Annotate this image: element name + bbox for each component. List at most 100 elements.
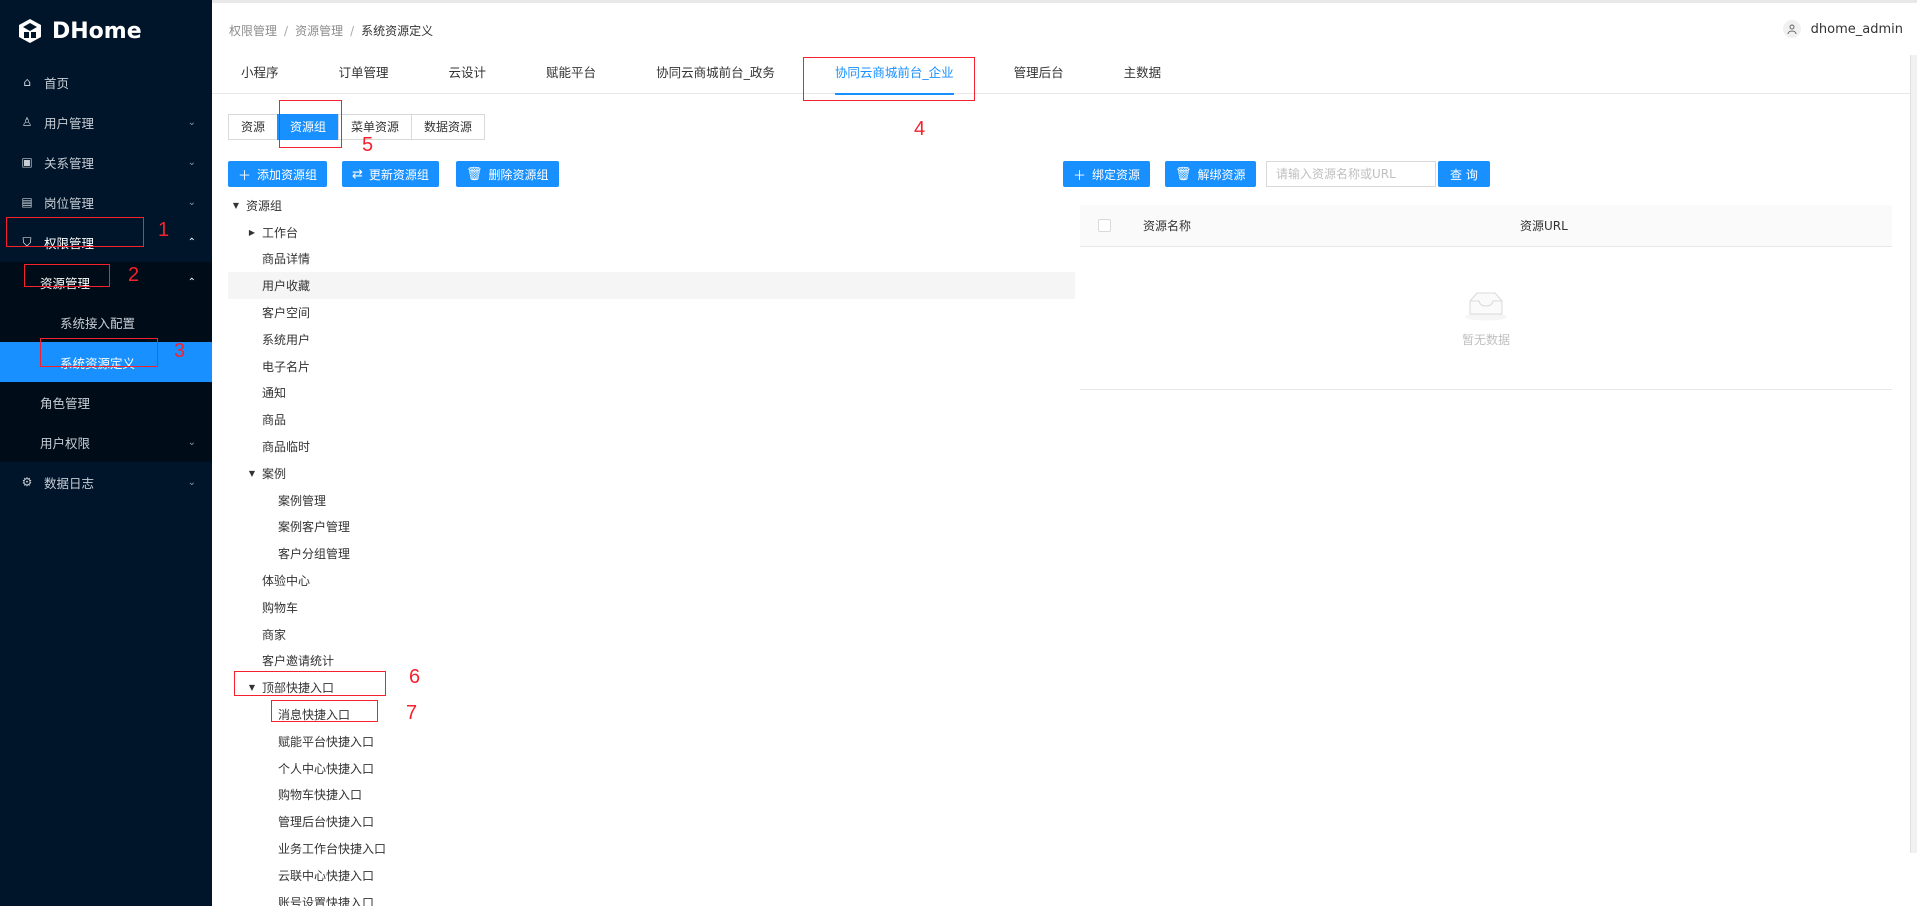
tree-node[interactable]: 客户空间 [228, 299, 1075, 326]
sidebar-item-resource-management[interactable]: 资源管理 ⌃ [0, 262, 212, 302]
tree-node[interactable]: 商家 [228, 621, 1075, 648]
main-content: 权限管理 / 资源管理 / 系统资源定义 dhome_admin 小程序 订单管理 云设… [212, 0, 1917, 906]
chevron-down-icon: ⌄ [187, 436, 196, 448]
sidebar-item-label: 角色管理 [40, 395, 91, 411]
chevron-up-icon: ⌃ [187, 236, 196, 248]
avatar-icon [1782, 20, 1801, 38]
refresh-icon: ⇄ [352, 166, 363, 182]
tab-order-management[interactable]: 订单管理 [339, 58, 389, 94]
tree-node[interactable]: 商品临时 [228, 433, 1075, 460]
sidebar-item-user-permissions[interactable]: 用户权限 ⌄ [0, 422, 212, 462]
sidebar-item-data-log[interactable]: ⚙ 数据日志 ⌄ [0, 462, 212, 502]
logo[interactable]: DHome [0, 0, 212, 62]
caret-down-icon[interactable]: ▼ [246, 683, 258, 692]
sidebar-item-label: 系统资源定义 [60, 355, 136, 371]
tree-node[interactable]: 业务工作台快捷入口 [228, 835, 1075, 862]
tree-node-root[interactable]: ▼ 资源组 [228, 192, 1075, 219]
segment-menu-resource[interactable]: 菜单资源 [338, 114, 413, 140]
sidebar-item-label: 首页 [44, 75, 70, 91]
breadcrumb-item[interactable]: 资源管理 [295, 24, 343, 38]
sidebar-item-positions[interactable]: ▤ 岗位管理 ⌄ [0, 182, 212, 222]
tab-mini-program[interactable]: 小程序 [241, 58, 279, 94]
tree-node[interactable]: 赋能平台快捷入口 [228, 728, 1075, 755]
segment-data-resource[interactable]: 数据资源 [411, 114, 486, 140]
tree-node[interactable]: ▼ 案例 [228, 460, 1075, 487]
username: dhome_admin [1810, 21, 1903, 37]
tree-node[interactable]: 用户收藏 [228, 272, 1075, 300]
tree-node[interactable]: 系统用户 [228, 326, 1075, 353]
tab-cloud-design[interactable]: 云设计 [449, 58, 487, 94]
tree-node[interactable]: 云联中心快捷入口 [228, 862, 1075, 889]
log-icon: ⚙ [21, 475, 33, 489]
search-input[interactable] [1266, 161, 1436, 187]
breadcrumb-item[interactable]: 权限管理 [229, 24, 277, 38]
column-header-url: 资源URL [1520, 219, 1568, 233]
tab-empowerment-platform[interactable]: 赋能平台 [546, 58, 596, 94]
tree-node[interactable]: ▼ 顶部快捷入口 [228, 674, 1075, 701]
update-resource-group-button[interactable]: ⇄ 更新资源组 [342, 161, 439, 187]
sidebar-item-label: 权限管理 [44, 235, 95, 251]
tree-node[interactable]: 案例管理 [228, 487, 1075, 514]
tree-node[interactable]: 案例客户管理 [228, 514, 1075, 541]
tree-node[interactable]: 账号设置快捷入口 [228, 889, 1075, 906]
search-button[interactable]: 查 询 [1438, 161, 1490, 187]
unbind-resource-button[interactable]: 🗑 解绑资源 [1165, 161, 1256, 187]
tree-node[interactable]: 消息快捷入口 [228, 701, 1075, 728]
sidebar-item-label: 系统接入配置 [60, 315, 136, 331]
tree-node[interactable]: 购物车 [228, 594, 1075, 621]
tree-node[interactable]: 客户分组管理 [228, 540, 1075, 567]
sidebar-item-users[interactable]: ♙ 用户管理 ⌄ [0, 102, 212, 142]
user-icon: ♙ [21, 115, 33, 129]
trash-icon: 🗑 [1175, 166, 1192, 182]
segment-resource-group[interactable]: 资源组 [277, 114, 340, 140]
sidebar-item-permissions[interactable]: ⛉ 权限管理 ⌃ [0, 222, 212, 262]
sidebar-item-label: 用户管理 [44, 115, 95, 131]
tab-mall-enterprise[interactable]: 协同云商城前台_企业 [834, 58, 954, 95]
tab-admin-backend[interactable]: 管理后台 [1014, 58, 1064, 94]
segment-resource[interactable]: 资源 [228, 114, 279, 140]
sidebar-item-system-access-config[interactable]: 系统接入配置 [0, 302, 212, 342]
tree-node[interactable]: 电子名片 [228, 353, 1075, 380]
scrollbar[interactable] [1910, 55, 1917, 853]
sidebar-item-label: 关系管理 [44, 155, 95, 171]
caret-right-icon[interactable]: ▶ [246, 228, 258, 237]
sidebar: DHome ⌂ 首页 ♙ 用户管理 ⌄ ▣ 关系管理 ⌄ ▤ 岗位管理 ⌄ ⛉ … [0, 0, 212, 906]
tree-node[interactable]: 商品 [228, 406, 1075, 433]
add-resource-group-button[interactable]: ＋添加资源组 [228, 161, 328, 187]
tree-node[interactable]: 个人中心快捷入口 [228, 755, 1075, 782]
caret-down-icon[interactable]: ▼ [246, 469, 258, 478]
bind-resource-button[interactable]: ＋绑定资源 [1063, 161, 1151, 187]
empty-state: 暂无数据 [1080, 247, 1892, 390]
sidebar-item-home[interactable]: ⌂ 首页 [0, 62, 212, 102]
tree-node[interactable]: 购物车快捷入口 [228, 782, 1075, 809]
tree-node[interactable]: 通知 [228, 380, 1075, 407]
system-tabs: 小程序 订单管理 云设计 赋能平台 协同云商城前台_政务 协同云商城前台_企业 … [212, 58, 1917, 95]
home-icon: ⌂ [23, 75, 31, 89]
sidebar-item-label: 数据日志 [44, 475, 95, 491]
select-all-checkbox[interactable] [1098, 219, 1111, 232]
sidebar-item-relations[interactable]: ▣ 关系管理 ⌄ [0, 142, 212, 182]
empty-inbox-icon [1465, 292, 1507, 321]
tab-master-data[interactable]: 主数据 [1124, 58, 1162, 94]
shield-icon: ⛉ [22, 234, 32, 249]
sidebar-item-role-management[interactable]: 角色管理 [0, 382, 212, 422]
caret-down-icon[interactable]: ▼ [230, 201, 242, 210]
sidebar-item-label: 岗位管理 [44, 195, 95, 211]
tree-node[interactable]: 客户邀请统计 [228, 648, 1075, 675]
tree-node[interactable]: 体验中心 [228, 567, 1075, 594]
sidebar-item-system-resource-definition[interactable]: 系统资源定义 [0, 342, 212, 382]
plus-icon: ＋ [238, 168, 252, 184]
delete-resource-group-button[interactable]: 🗑 删除资源组 [456, 161, 559, 187]
tab-mall-government[interactable]: 协同云商城前台_政务 [656, 58, 775, 94]
tree-node[interactable]: ▶ 工作台 [228, 219, 1075, 246]
chevron-up-icon: ⌃ [187, 276, 196, 288]
chevron-down-icon: ⌄ [187, 196, 196, 208]
column-header-name: 资源名称 [1143, 219, 1192, 233]
empty-text: 暂无数据 [1461, 333, 1510, 347]
breadcrumb: 权限管理 / 资源管理 / 系统资源定义 [229, 24, 434, 38]
sidebar-item-label: 用户权限 [40, 435, 91, 451]
user-menu[interactable]: dhome_admin [1782, 20, 1903, 38]
tree-node[interactable]: 管理后台快捷入口 [228, 808, 1075, 835]
tree-node[interactable]: 商品详情 [228, 246, 1075, 273]
logo-text: DHome [52, 18, 142, 44]
